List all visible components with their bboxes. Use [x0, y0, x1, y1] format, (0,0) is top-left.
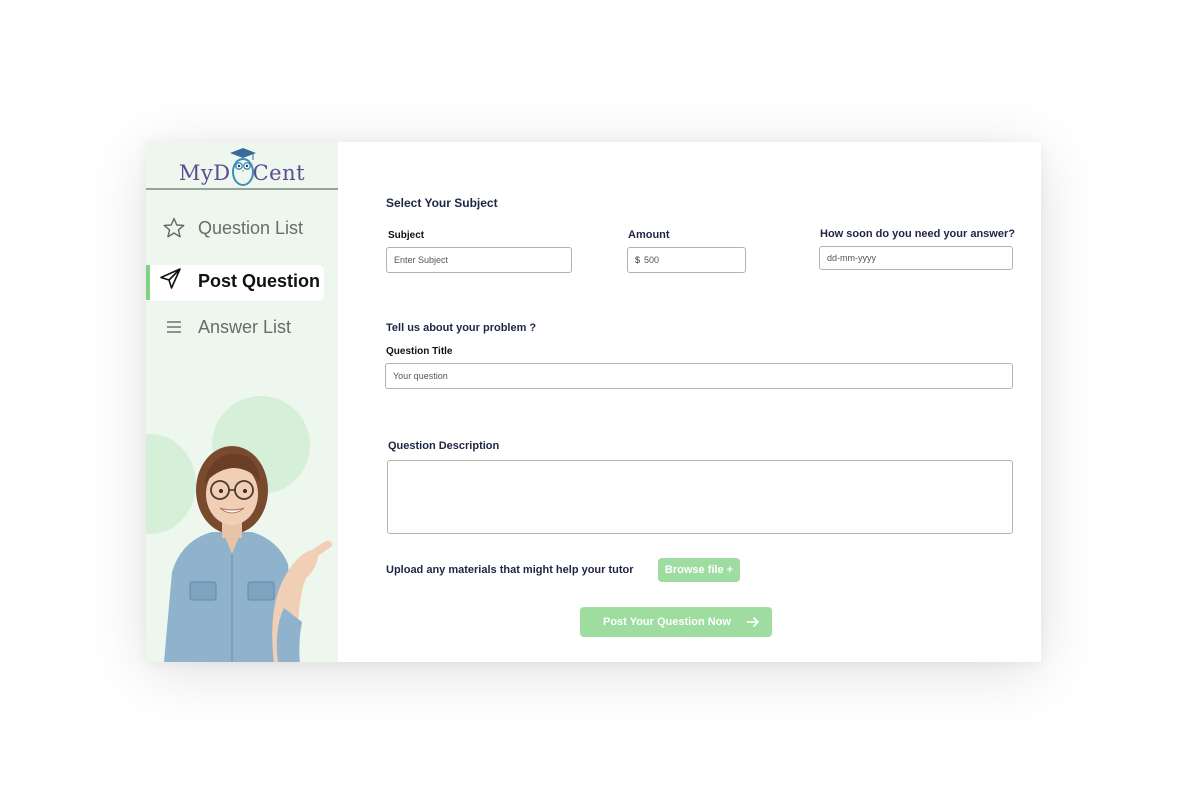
deadline-date-input[interactable] — [827, 247, 1012, 269]
amount-value: 500 — [644, 255, 660, 265]
brand-wordmark: MyD Cent — [146, 161, 338, 185]
subject-field[interactable] — [386, 247, 572, 273]
currency-symbol: $ — [635, 255, 641, 265]
amount-field[interactable]: $ 500 — [627, 247, 746, 273]
sidebar: MyD Cent Question List Post Question Ans… — [146, 142, 338, 662]
send-icon — [160, 268, 181, 289]
person-illustration — [164, 446, 332, 662]
question-title-field[interactable] — [385, 363, 1013, 389]
arrow-right-icon — [747, 616, 760, 628]
post-question-card: MyD Cent Question List Post Question Ans… — [146, 142, 1041, 662]
deadline-label: How soon do you need your answer? — [820, 228, 1015, 240]
amount-label: Amount — [628, 229, 670, 241]
brand-wordmark-right: Cent — [252, 161, 306, 185]
sidebar-item-answer-list[interactable]: Answer List — [146, 309, 338, 345]
brand-logo[interactable]: MyD Cent — [146, 142, 338, 190]
post-question-button-label: Post Your Question Now — [603, 616, 731, 628]
question-description-textarea[interactable] — [387, 460, 1013, 534]
sidebar-item-question-list[interactable]: Question List — [146, 210, 338, 246]
browse-file-button[interactable]: Browse file + — [658, 558, 740, 582]
deadline-field[interactable] — [819, 246, 1013, 270]
post-question-button[interactable]: Post Your Question Now — [580, 607, 772, 637]
sidebar-item-label: Post Question — [198, 270, 321, 291]
sidebar-item-label: Question List — [198, 217, 304, 238]
subject-label: Subject — [388, 230, 425, 241]
subject-input[interactable] — [394, 248, 571, 272]
question-title-label: Question Title — [386, 346, 453, 357]
post-question-form: Select Your Subject Subject Amount $ 500… — [338, 142, 1041, 662]
section-title-problem: Tell us about your problem ? — [386, 322, 537, 334]
sidebar-item-post-question[interactable]: Post Question — [146, 263, 338, 299]
question-title-input[interactable] — [393, 364, 1012, 388]
upload-label: Upload any materials that might help you… — [386, 564, 634, 576]
sidebar-item-label: Answer List — [198, 316, 292, 337]
brand-wordmark-left: MyD — [178, 161, 231, 185]
star-icon — [163, 217, 185, 238]
section-title-subject: Select Your Subject — [386, 196, 498, 210]
question-description-label: Question Description — [388, 440, 500, 452]
menu-icon — [167, 321, 181, 333]
